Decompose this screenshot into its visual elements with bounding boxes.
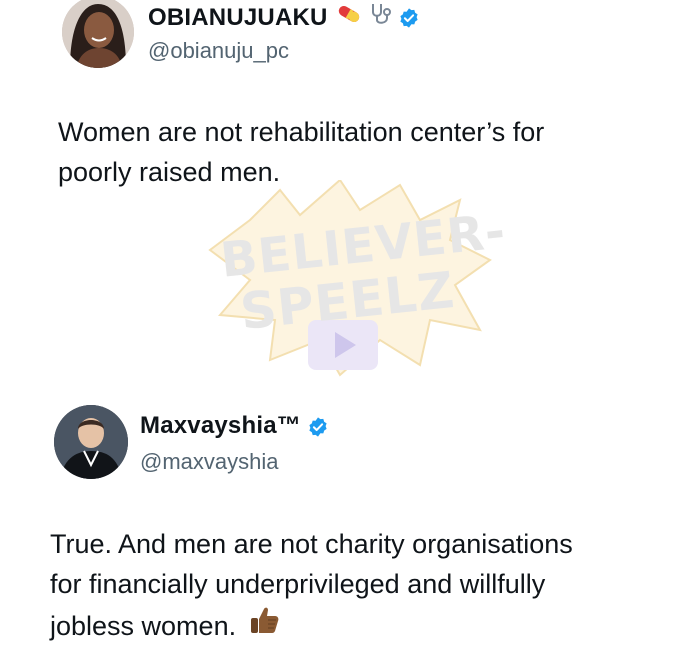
pill-icon xyxy=(336,3,362,32)
display-name-row[interactable]: Maxvayshia™ xyxy=(140,412,329,440)
thumbs-up-icon xyxy=(248,604,280,647)
avatar[interactable] xyxy=(62,0,134,68)
watermark-logo: BELIEVER- SPEELZ xyxy=(190,178,510,380)
profile-photo xyxy=(62,0,134,68)
tweet-text-line: for financially underprivileged and will… xyxy=(50,569,546,599)
avatar[interactable] xyxy=(54,405,128,479)
tweet-text-line: True. And men are not charity organisati… xyxy=(50,529,573,559)
tweet-text-line-last: jobless women. xyxy=(50,604,573,647)
stethoscope-icon xyxy=(368,2,394,33)
display-name[interactable]: OBIANUJUAKU xyxy=(148,4,328,32)
tweet-text-line: jobless women. xyxy=(50,610,237,641)
handle[interactable]: @obianuju_pc xyxy=(148,38,289,64)
profile-photo xyxy=(54,405,128,479)
tweet-text: True. And men are not charity organisati… xyxy=(50,524,573,647)
verified-badge-icon xyxy=(398,4,420,32)
display-name-row[interactable]: OBIANUJUAKU xyxy=(148,2,420,33)
tweet-text-line: Women are not rehabilitation center’s fo… xyxy=(58,117,545,147)
handle[interactable]: @maxvayshia xyxy=(140,449,279,475)
verified-badge-icon xyxy=(307,412,329,440)
display-name[interactable]: Maxvayshia™ xyxy=(140,412,301,440)
